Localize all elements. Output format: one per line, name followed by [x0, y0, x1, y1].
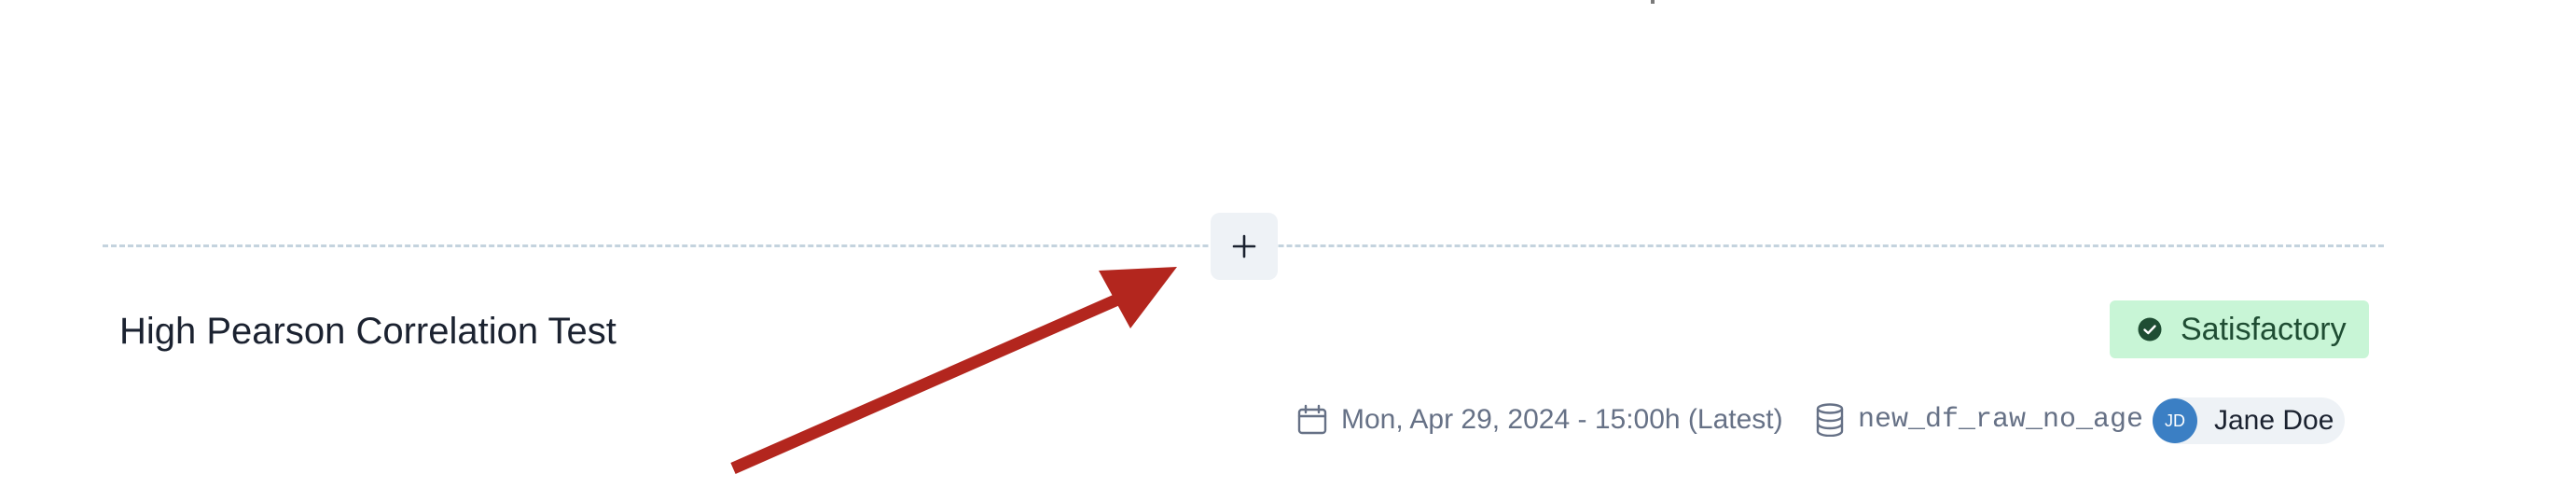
dataset: new_df_raw_no_age: [1815, 396, 2143, 444]
test-title: High Pearson Correlation Test: [119, 311, 616, 352]
status-badge: Satisfactory: [2110, 300, 2369, 358]
decorative-mark: [1651, 0, 1655, 4]
author-chip[interactable]: JD Jane Doe: [2153, 397, 2345, 444]
author-name: Jane Doe: [2214, 405, 2334, 436]
check-circle-icon: [2138, 317, 2162, 342]
database-icon: [1815, 403, 1845, 437]
run-date-text: Mon, Apr 29, 2024 - 15:00h (Latest): [1341, 404, 1783, 435]
add-section-button[interactable]: [1211, 213, 1278, 280]
status-label: Satisfactory: [2181, 311, 2347, 347]
plus-icon: [1232, 234, 1256, 258]
run-date: Mon, Apr 29, 2024 - 15:00h (Latest): [1296, 396, 1783, 444]
page: High Pearson Correlation Test Satisfacto…: [0, 0, 2576, 502]
avatar: JD: [2153, 398, 2197, 443]
dataset-name: new_df_raw_no_age: [1858, 404, 2144, 436]
calendar-icon: [1296, 404, 1328, 436]
